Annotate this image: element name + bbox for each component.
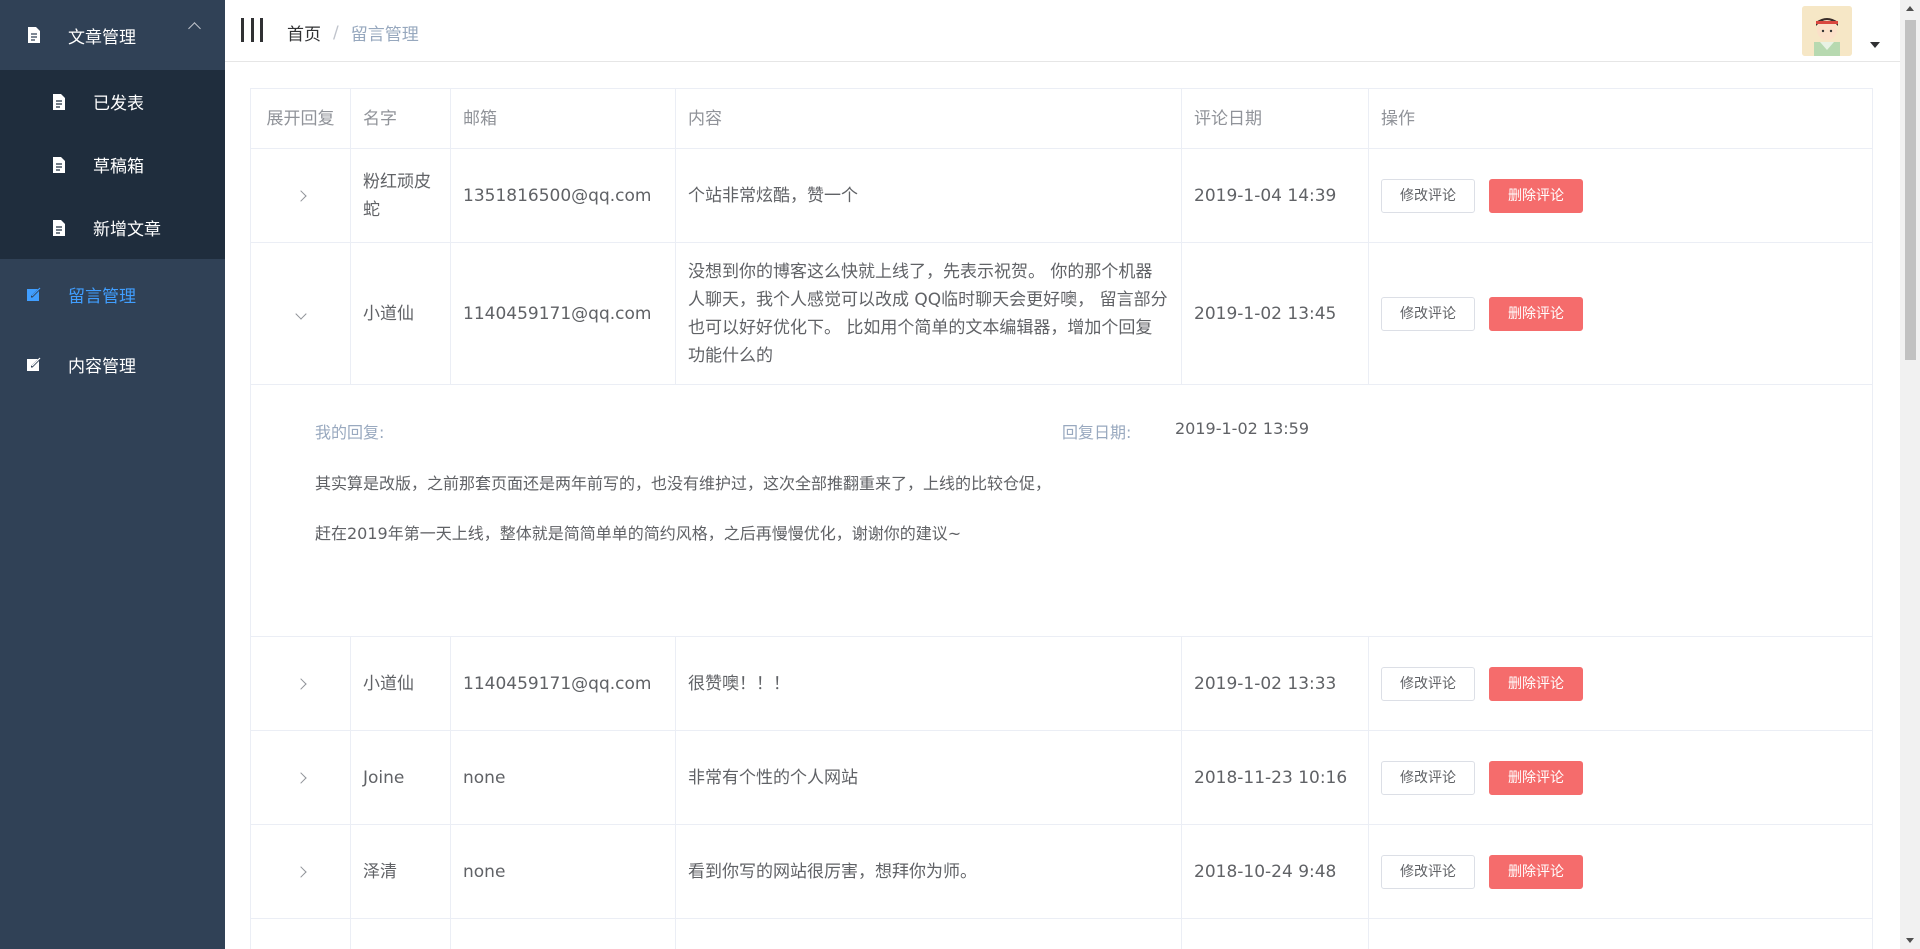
chevron-right-icon[interactable] xyxy=(294,189,307,202)
edit-comment-button[interactable]: 修改评论 xyxy=(1381,854,1475,889)
sidebar: 文章管理 已发表 草稿箱 新增文章 留言管理 内容管理 xyxy=(0,0,225,949)
document-icon xyxy=(26,27,42,43)
menu-article-management-label: 文章管理 xyxy=(68,27,136,48)
scroll-up-arrow-icon[interactable] xyxy=(1906,6,1914,11)
submenu-item-drafts-label: 草稿箱 xyxy=(93,157,144,177)
document-icon xyxy=(51,156,67,173)
date-cell: 2019-1-04 14:39 xyxy=(1182,149,1369,242)
menu-article-management[interactable]: 文章管理 xyxy=(0,0,225,70)
reply-date-label: 回复日期: xyxy=(1062,423,1132,442)
email-cell: 1140459171@qq.com xyxy=(451,243,676,384)
edit-comment-button[interactable]: 修改评论 xyxy=(1381,666,1475,701)
expand-cell xyxy=(251,637,351,730)
header-email: 邮箱 xyxy=(451,89,676,148)
email-cell: 1351816500@qq.com xyxy=(451,149,676,242)
submenu-item-published-label: 已发表 xyxy=(93,94,144,114)
delete-comment-button[interactable]: 删除评论 xyxy=(1489,178,1583,213)
content-cell: 没想到你的博客这么快就上线了，先表示祝贺。 你的那个机器人聊天，我个人感觉可以改… xyxy=(676,243,1182,384)
chevron-down-icon[interactable] xyxy=(294,307,307,320)
top-navbar: 首页 / 留言管理 xyxy=(225,0,1900,62)
email-cell: none xyxy=(451,825,676,918)
document-icon xyxy=(51,219,67,236)
breadcrumb-separator: / xyxy=(333,22,339,43)
content-cell: 很赞噢！！！ xyxy=(676,637,1182,730)
breadcrumb: 首页 / 留言管理 xyxy=(287,20,419,46)
actions-cell: 修改评论 删除评论 xyxy=(1369,149,1872,242)
edit-comment-button[interactable]: 修改评论 xyxy=(1381,760,1475,795)
header-content: 内容 xyxy=(676,89,1182,148)
chevron-right-icon[interactable] xyxy=(294,677,307,690)
scroll-down-arrow-icon[interactable] xyxy=(1906,938,1914,943)
edit-icon xyxy=(26,356,42,372)
delete-comment-button[interactable]: 删除评论 xyxy=(1489,666,1583,701)
menu-comment-management[interactable]: 留言管理 xyxy=(0,259,225,329)
chevron-right-icon[interactable] xyxy=(294,771,307,784)
date-cell: 2019-1-02 13:45 xyxy=(1182,243,1369,384)
actions-cell: 修改评论 删除评论 xyxy=(1369,825,1872,918)
document-icon xyxy=(51,93,67,110)
email-cell: none xyxy=(451,731,676,824)
reply-label: 我的回复: xyxy=(315,423,385,442)
name-cell: 粉红顽皮蛇 xyxy=(351,149,451,242)
menu-content-management[interactable]: 内容管理 xyxy=(0,329,225,399)
table-row: 泽清 none 看到你写的网站很厉害，想拜你为师。 2018-10-24 9:4… xyxy=(251,825,1872,919)
actions-cell: 修改评论 删除评论 xyxy=(1369,731,1872,824)
delete-comment-button[interactable]: 删除评论 xyxy=(1489,296,1583,331)
header-expand: 展开回复 xyxy=(251,89,351,148)
scroll-thumb[interactable] xyxy=(1905,20,1916,360)
content-cell: 个站非常炫酷，赞一个 xyxy=(676,149,1182,242)
caret-down-icon[interactable] xyxy=(1870,42,1880,48)
name-cell: 泽清 xyxy=(351,825,451,918)
date-cell: 2019-1-02 13:33 xyxy=(1182,637,1369,730)
actions-cell: 修改评论 删除评论 xyxy=(1369,637,1872,730)
reply-text: 其实算是改版，之前那套页面还是两年前写的，也没有维护过，这次全部推翻重来了，上线… xyxy=(315,474,1052,543)
submenu-item-drafts[interactable]: 草稿箱 xyxy=(0,133,225,196)
scrollbar[interactable] xyxy=(1900,0,1920,949)
expand-cell xyxy=(251,149,351,242)
date-cell: 2018-11-23 10:16 xyxy=(1182,731,1369,824)
hamburger-icon[interactable] xyxy=(241,18,263,42)
table-row: Joine none 非常有个性的个人网站 2018-11-23 10:16 修… xyxy=(251,731,1872,825)
submenu-item-published[interactable]: 已发表 xyxy=(0,70,225,133)
submenu-item-new-article-label: 新增文章 xyxy=(93,220,161,240)
header-actions: 操作 xyxy=(1381,108,1415,129)
breadcrumb-current: 留言管理 xyxy=(350,25,419,45)
email-cell: 1140459171@qq.com xyxy=(451,637,676,730)
avatar[interactable] xyxy=(1802,6,1852,56)
table-row: 小道仙 1140459171@qq.com 很赞噢！！！ 2019-1-02 1… xyxy=(251,637,1872,731)
header-name: 名字 xyxy=(351,89,451,148)
actions-cell: 修改评论 删除评论 xyxy=(1369,243,1872,384)
edit-comment-button[interactable]: 修改评论 xyxy=(1381,178,1475,213)
expand-cell xyxy=(251,825,351,918)
table-row: 粉红顽皮蛇 1351816500@qq.com 个站非常炫酷，赞一个 2019-… xyxy=(251,149,1872,243)
chevron-up-icon xyxy=(188,22,201,35)
edit-comment-button[interactable]: 修改评论 xyxy=(1381,296,1475,331)
menu-content-management-label: 内容管理 xyxy=(68,356,136,377)
expand-cell xyxy=(251,243,351,384)
edit-icon xyxy=(26,286,42,302)
menu-comment-management-label: 留言管理 xyxy=(68,286,136,307)
submenu-item-new-article[interactable]: 新增文章 xyxy=(0,196,225,259)
date-cell: 2018-10-24 9:48 xyxy=(1182,825,1369,918)
content-cell: 看到你写的网站很厉害，想拜你为师。 xyxy=(676,825,1182,918)
chevron-right-icon[interactable] xyxy=(294,865,307,878)
header-date: 评论日期 xyxy=(1182,89,1369,148)
reply-date: 2019-1-02 13:59 xyxy=(1175,419,1309,438)
expanded-reply-panel: 我的回复: 回复日期: 2019-1-02 13:59 其实算是改版，之前那套页… xyxy=(251,385,1872,637)
name-cell: 小道仙 xyxy=(351,243,451,384)
comments-table: 展开回复 名字 邮箱 内容 评论日期 操作 粉红顽皮蛇 1351816500@q… xyxy=(250,88,1873,949)
delete-comment-button[interactable]: 删除评论 xyxy=(1489,854,1583,889)
table-header-row: 展开回复 名字 邮箱 内容 评论日期 操作 xyxy=(251,89,1872,149)
breadcrumb-home[interactable]: 首页 xyxy=(287,20,321,45)
table-row xyxy=(251,919,1872,949)
delete-comment-button[interactable]: 删除评论 xyxy=(1489,760,1583,795)
expand-cell xyxy=(251,731,351,824)
content-cell: 非常有个性的个人网站 xyxy=(676,731,1182,824)
table-row: 小道仙 1140459171@qq.com 没想到你的博客这么快就上线了，先表示… xyxy=(251,243,1872,385)
name-cell: Joine xyxy=(351,731,451,824)
name-cell: 小道仙 xyxy=(351,637,451,730)
